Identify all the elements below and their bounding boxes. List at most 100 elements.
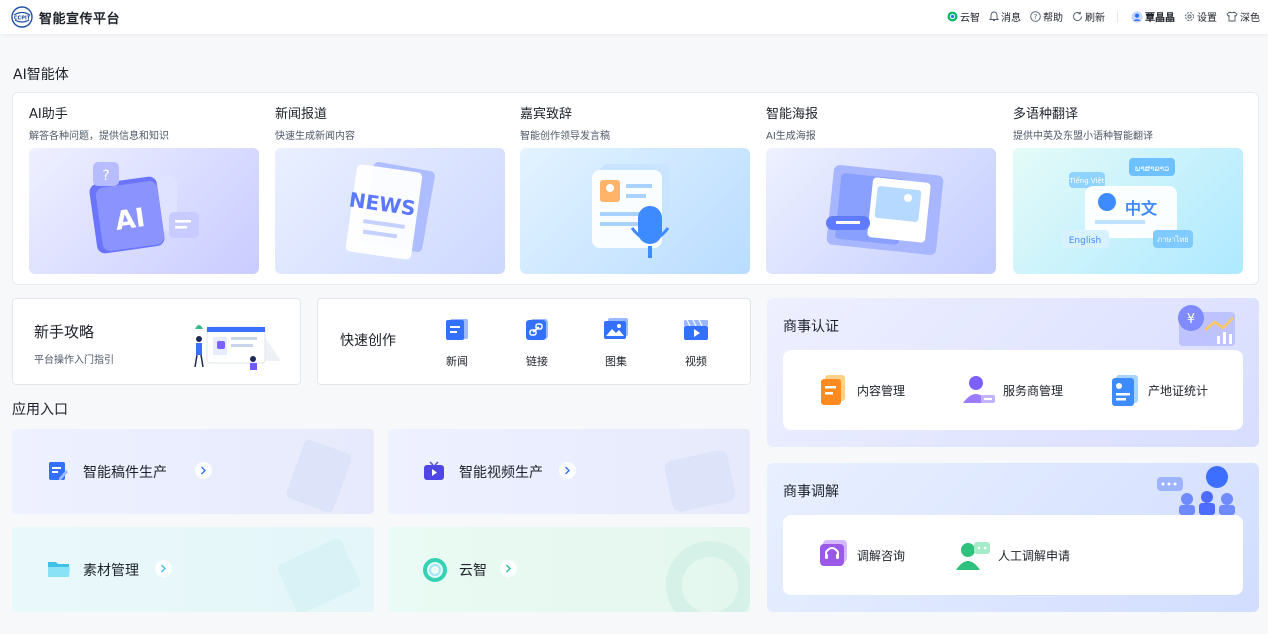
tool-help[interactable]: ? 帮助 bbox=[1030, 9, 1063, 24]
app-material-management[interactable]: 素材管理 bbox=[12, 527, 374, 612]
app-smart-manuscript[interactable]: 智能稿件生产 bbox=[12, 429, 374, 514]
mediation-item-label: 调解咨询 bbox=[857, 548, 906, 563]
cert-items-box: 内容管理 服务商管理 产地证统计 bbox=[783, 350, 1243, 430]
quick-news-button[interactable]: 新闻 bbox=[437, 318, 477, 369]
cert-provider-management[interactable]: 服务商管理 bbox=[959, 373, 1063, 407]
toolbar-divider bbox=[1117, 10, 1118, 23]
cert-illustration: ¥ bbox=[1178, 305, 1235, 346]
guide-title: 新手攻略 bbox=[34, 323, 95, 341]
ai-card-title: 智能海报 bbox=[766, 107, 819, 122]
ai-card-title: 新闻报道 bbox=[275, 107, 328, 122]
user-name: 覃晶晶 bbox=[1145, 13, 1175, 24]
news-doc-icon bbox=[446, 319, 468, 340]
ai-assistant-illustration: AI ? bbox=[29, 148, 259, 274]
mediation-consult[interactable]: 调解咨询 bbox=[817, 538, 905, 572]
chevron-right-icon bbox=[559, 462, 576, 479]
chevron-right-icon bbox=[195, 462, 212, 479]
tv-play-icon bbox=[424, 461, 444, 480]
quick-gallery-label: 图集 bbox=[605, 355, 627, 368]
ai-card-speech[interactable]: 嘉宾致辞 智能创作领导发言稿 bbox=[520, 103, 750, 274]
cert-item-label: 内容管理 bbox=[857, 383, 906, 398]
tool-settings-label: 设置 bbox=[1197, 13, 1217, 24]
user-avatar-icon bbox=[1131, 10, 1143, 23]
user-menu[interactable]: 覃晶晶 bbox=[1131, 9, 1175, 24]
refresh-icon bbox=[1073, 11, 1082, 21]
brand-title: 智能宣传平台 bbox=[39, 12, 121, 27]
ai-card-poster[interactable]: 智能海报 AI生成海报 bbox=[766, 103, 996, 274]
quick-create-title: 快速创作 bbox=[340, 333, 396, 349]
app-label: 智能视频生产 bbox=[459, 465, 543, 481]
ai-agents-panel: AI助手 解答各种问题，提供信息和知识 AI ? 新闻报道 快速生成新闻内容 N… bbox=[12, 92, 1259, 285]
svg-text:?: ? bbox=[102, 168, 109, 184]
business-mediation-panel: 商事调解 调解咨询 人工调解申请 bbox=[767, 463, 1259, 612]
person-chat-icon bbox=[956, 542, 990, 570]
svg-text:AI: AI bbox=[113, 203, 147, 237]
quick-link-button[interactable]: 链接 bbox=[517, 318, 557, 369]
ccpit-logo[interactable]: CCPIT bbox=[11, 6, 33, 28]
tool-messages-label: 消息 bbox=[1001, 13, 1021, 24]
yunzhi-ring-icon bbox=[423, 558, 447, 582]
provider-user-icon bbox=[963, 376, 995, 403]
yunzhi-icon bbox=[947, 11, 958, 22]
tool-yunzhi[interactable]: 云智 bbox=[947, 9, 980, 24]
app-yunzhi[interactable]: 云智 bbox=[388, 527, 750, 612]
folder-icon bbox=[48, 562, 70, 577]
tool-settings[interactable]: 设置 bbox=[1184, 9, 1217, 24]
mediation-item-label: 人工调解申请 bbox=[998, 548, 1071, 563]
cert-title: 商事认证 bbox=[783, 319, 839, 335]
poster-illustration bbox=[766, 148, 996, 274]
svg-text:¥: ¥ bbox=[1187, 312, 1195, 327]
tool-messages[interactable]: 消息 bbox=[989, 9, 1021, 24]
quick-gallery-button[interactable]: 图集 bbox=[596, 318, 636, 369]
ai-card-title: 嘉宾致辞 bbox=[520, 107, 573, 122]
tool-refresh[interactable]: 刷新 bbox=[1072, 9, 1105, 24]
gallery-icon bbox=[604, 318, 628, 339]
svg-text:ພາສາລາວ: ພາສາລາວ bbox=[1135, 164, 1169, 173]
guide-subtitle: 平台操作入门指引 bbox=[34, 355, 114, 366]
svg-text:ภาษาไทย: ภาษาไทย bbox=[1157, 235, 1188, 244]
business-cert-panel: 商事认证 ¥ 内容管理 服务商管理 产地证统计 bbox=[767, 298, 1259, 447]
tool-yunzhi-label: 云智 bbox=[960, 13, 980, 24]
mediation-title: 商事调解 bbox=[783, 484, 839, 500]
app-label: 素材管理 bbox=[83, 563, 139, 579]
quick-link-label: 链接 bbox=[526, 355, 548, 368]
translation-illustration: Tiếng Việt ພາສາລາວ 中文 English ภาษาไทย bbox=[1013, 148, 1243, 274]
cert-content-management[interactable]: 内容管理 bbox=[817, 373, 905, 407]
quick-create-card: 快速创作 新闻 链接 图集 视频 bbox=[317, 298, 751, 385]
news-illustration: NEWS bbox=[275, 148, 505, 274]
certificate-stat-icon bbox=[1112, 375, 1138, 406]
microphone-illustration bbox=[520, 148, 750, 274]
cert-origin-statistics[interactable]: 产地证统计 bbox=[1108, 373, 1208, 407]
quick-video-button[interactable]: 视频 bbox=[676, 318, 716, 369]
chevron-right-icon bbox=[155, 560, 172, 577]
svg-text:Tiếng Việt: Tiếng Việt bbox=[1068, 177, 1104, 185]
yunzhi-watermark bbox=[666, 541, 750, 612]
ai-card-news[interactable]: 新闻报道 快速生成新闻内容 NEWS bbox=[275, 103, 505, 274]
mediation-items-box: 调解咨询 人工调解申请 bbox=[783, 515, 1243, 595]
headset-chat-icon bbox=[820, 540, 847, 566]
app-label: 智能稿件生产 bbox=[83, 465, 167, 481]
ai-card-subtitle: 智能创作领导发言稿 bbox=[520, 131, 610, 142]
tool-refresh-label: 刷新 bbox=[1085, 13, 1105, 24]
header-toolbar: 云智 消息 ? 帮助 刷新 覃晶晶 设置 深色 bbox=[938, 9, 1260, 24]
tool-theme[interactable]: 深色 bbox=[1226, 9, 1260, 24]
ai-card-assistant[interactable]: AI助手 解答各种问题，提供信息和知识 AI ? bbox=[29, 103, 259, 274]
ai-card-subtitle: 快速生成新闻内容 bbox=[275, 131, 355, 142]
bell-icon bbox=[989, 11, 999, 21]
cert-item-label: 服务商管理 bbox=[1003, 383, 1064, 398]
app-smart-video[interactable]: 智能视频生产 bbox=[388, 429, 750, 514]
help-icon: ? bbox=[1030, 11, 1041, 22]
mediation-illustration bbox=[1157, 466, 1235, 515]
mediation-manual-apply[interactable]: 人工调解申请 bbox=[954, 538, 1070, 572]
video-icon bbox=[684, 319, 708, 340]
apps-section-title: 应用入口 bbox=[12, 402, 68, 418]
ai-card-translate[interactable]: 多语种翻译 提供中英及东盟小语种智能翻译 Tiếng Việt ພາສາລາວ … bbox=[1013, 103, 1243, 274]
beginner-guide-card[interactable]: 新手攻略 平台操作入门指引 bbox=[12, 298, 301, 385]
app-label: 云智 bbox=[459, 563, 487, 579]
ai-card-title: 多语种翻译 bbox=[1013, 107, 1079, 122]
cert-item-label: 产地证统计 bbox=[1148, 383, 1209, 398]
guide-illustration bbox=[194, 325, 281, 370]
svg-text:CCPIT: CCPIT bbox=[14, 16, 31, 22]
ai-card-subtitle: 提供中英及东盟小语种智能翻译 bbox=[1013, 131, 1153, 142]
ai-section-title: AI智能体 bbox=[13, 67, 69, 83]
